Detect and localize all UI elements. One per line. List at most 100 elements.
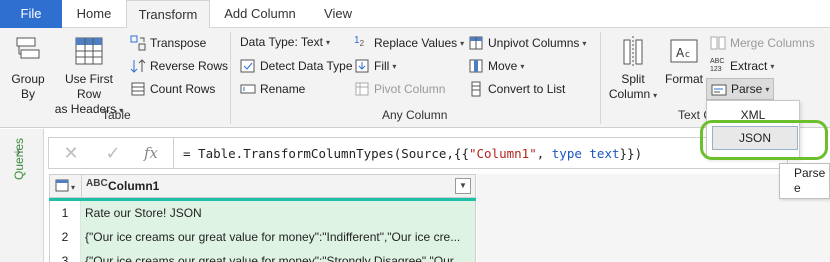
list-icon [468, 81, 484, 97]
chevron-down-icon: ▾ [460, 38, 465, 48]
tab-transform[interactable]: Transform [126, 0, 210, 29]
chevron-down-icon: ▾ [582, 38, 587, 48]
rename-button[interactable]: Rename [240, 81, 305, 97]
rename-icon [240, 81, 256, 97]
row-number: 2 [49, 225, 81, 249]
tab-view[interactable]: View [310, 0, 366, 28]
fill-label: Fill [374, 59, 390, 73]
replace-values-icon: 12 [354, 35, 365, 48]
parse-icon [711, 81, 727, 97]
formula-divider [173, 138, 174, 168]
table-group-label: Table [102, 108, 131, 122]
unpivot-icon [468, 35, 484, 51]
parse-tooltip: Parse e colum [779, 163, 830, 199]
column-header-row: ▾ ABC Column1 ▼ [49, 174, 476, 198]
group-by-label-1: Group [11, 72, 45, 86]
cancel-formula-icon[interactable]: ✕ [59, 142, 83, 164]
parse-dropdown[interactable]: Parse ▾ [706, 78, 775, 100]
reverse-rows-label: Reverse Rows [150, 59, 229, 73]
split-column-label-2: Column [608, 87, 651, 101]
extract-icon: ABC 123 [710, 58, 725, 73]
fill-icon [354, 58, 370, 74]
detect-data-type-button[interactable]: Detect Data Type [240, 58, 353, 74]
unpivot-columns-label: Unpivot Columns [488, 36, 580, 50]
group-by-button[interactable]: Group By [6, 34, 50, 102]
empty-grid-area [477, 174, 830, 262]
formula-bar: ✕ ✓ fx = Table.TransformColumnTypes(Sour… [48, 137, 788, 169]
unpivot-columns-button[interactable]: Unpivot Columns ▾ [468, 35, 586, 51]
data-type-label: Data Type: Text [240, 35, 323, 49]
column-header-label[interactable]: Column1 [108, 179, 159, 193]
count-rows-icon [130, 81, 146, 97]
table-row[interactable]: 3 {"Our ice creams our great value for m… [49, 249, 476, 262]
function-icon[interactable]: fx [139, 142, 163, 164]
pivot-column-button[interactable]: Pivot Column [354, 81, 445, 97]
merge-columns-icon [710, 35, 726, 51]
detect-type-icon [240, 58, 256, 74]
ribbon-tab-strip: File Home Transform Add Column View [0, 0, 830, 29]
chevron-down-icon: ▾ [520, 61, 525, 71]
filter-dropdown-icon[interactable]: ▼ [455, 178, 471, 194]
commit-formula-icon[interactable]: ✓ [101, 142, 125, 164]
table-cell[interactable]: Rate our Store! JSON [81, 201, 476, 225]
table-menu-icon[interactable]: ▾ [50, 175, 82, 197]
convert-to-list-label: Convert to List [488, 82, 566, 96]
chevron-down-icon: ▾ [392, 61, 397, 71]
queries-pane-label[interactable]: Queries [12, 138, 26, 180]
svg-text:▾: ▾ [71, 183, 75, 192]
parse-label: Parse [731, 82, 763, 96]
group-divider [600, 32, 601, 124]
convert-to-list-button[interactable]: Convert to List [468, 81, 565, 97]
any-column-group-label: Any Column [382, 108, 448, 122]
merge-columns-button[interactable]: Merge Columns [710, 35, 815, 51]
text-type-icon[interactable]: ABC [86, 178, 108, 189]
transpose-button[interactable]: Transpose [130, 35, 206, 51]
merge-columns-label: Merge Columns [730, 36, 815, 50]
tab-add-column[interactable]: Add Column [210, 0, 310, 28]
format-label: Format [664, 72, 703, 86]
table-row[interactable]: 1 Rate our Store! JSON [49, 201, 476, 225]
table-cell[interactable]: {"Our ice creams our great value for mon… [81, 225, 476, 249]
tab-home[interactable]: Home [62, 0, 126, 28]
extract-dropdown[interactable]: ABC 123 Extract ▾ [710, 58, 774, 74]
tooltip-line-1: Parse e [794, 166, 826, 195]
chevron-down-icon: ▾ [765, 84, 770, 94]
row-number: 1 [49, 201, 81, 225]
group-by-icon [16, 37, 40, 59]
use-first-row-button[interactable]: Use First Row as Headers ▾ [52, 34, 126, 118]
move-dropdown[interactable]: Move ▾ [468, 58, 524, 74]
transpose-label: Transpose [150, 36, 207, 50]
chevron-down-icon: ▾ [770, 61, 775, 71]
replace-values-button[interactable]: 12 Replace Values ▾ [354, 35, 464, 51]
extract-label: Extract [730, 59, 768, 73]
replace-values-label: Replace Values [374, 36, 458, 50]
count-rows-button[interactable]: Count Rows [130, 81, 215, 97]
chevron-down-icon: ▾ [653, 91, 658, 100]
move-label: Move [488, 59, 518, 73]
json-highlight-ring [700, 120, 828, 160]
pivot-icon [354, 81, 370, 97]
split-column-button[interactable]: Split Column ▾ [606, 34, 660, 103]
chevron-down-icon: ▾ [325, 37, 330, 47]
detect-data-type-label: Detect Data Type [260, 59, 353, 73]
table-cell[interactable]: {"Our ice creams our great value for mon… [81, 249, 476, 262]
count-rows-label: Count Rows [150, 82, 216, 96]
reverse-rows-button[interactable]: Reverse Rows [130, 58, 228, 74]
row-number: 3 [49, 249, 81, 262]
use-first-row-label-1: Use First Row [65, 72, 113, 101]
svg-text:A: A [676, 46, 685, 60]
table-row[interactable]: 2 {"Our ice creams our great value for m… [49, 225, 476, 249]
pivot-column-label: Pivot Column [374, 82, 446, 96]
fill-dropdown[interactable]: Fill ▾ [354, 58, 396, 74]
format-button[interactable]: A c Format [662, 34, 706, 87]
split-column-icon [623, 36, 643, 66]
table-headers-icon [75, 37, 103, 65]
data-grid: ▾ ABC Column1 ▼ 1 Rate our Store! JSON 2… [49, 174, 476, 262]
tab-file[interactable]: File [0, 0, 62, 28]
split-column-label-1: Split [621, 72, 645, 86]
format-icon: A c [670, 39, 698, 63]
formula-input[interactable]: = Table.TransformColumnTypes(Source,{{"C… [183, 146, 642, 161]
rename-label: Rename [260, 82, 306, 96]
move-icon [468, 58, 484, 74]
data-type-dropdown[interactable]: Data Type: Text ▾ [240, 35, 330, 49]
